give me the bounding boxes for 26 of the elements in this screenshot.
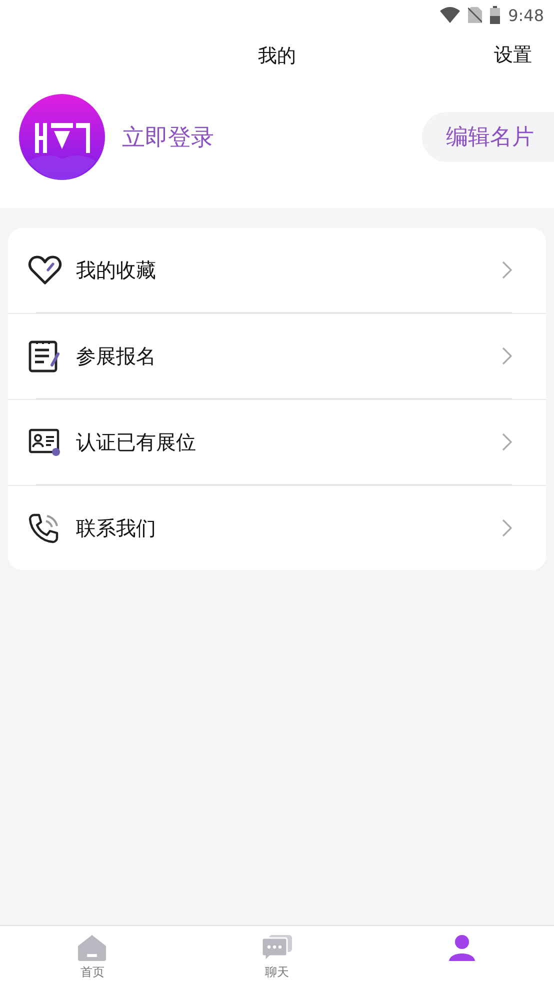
- menu-item[interactable]: 认证已有展位: [76, 422, 502, 462]
- page-title: 我的: [258, 44, 296, 69]
- menu-item[interactable]: 联系我们: [76, 508, 502, 548]
- settings-link[interactable]: 设置: [494, 42, 532, 68]
- id-card-icon: [28, 427, 62, 457]
- wifi-icon: [440, 7, 460, 23]
- heart-icon: [28, 254, 62, 286]
- menu-item[interactable]: 参展报名: [76, 336, 502, 376]
- tab[interactable]: 聊天: [184, 926, 370, 986]
- status-time: 9:48: [508, 6, 544, 24]
- menu-item[interactable]: 我的收藏: [76, 250, 502, 290]
- home-icon: [77, 934, 108, 962]
- battery-icon: [490, 6, 500, 24]
- chevron-right-icon: [502, 347, 512, 365]
- phone-icon: [28, 512, 60, 544]
- chat-icon: [261, 934, 293, 962]
- person-icon: [446, 934, 477, 962]
- login-link[interactable]: 立即登录: [122, 122, 422, 152]
- avatar-logo[interactable]: [18, 93, 106, 181]
- chevron-right-icon: [502, 261, 512, 279]
- no-sim-icon: [468, 7, 482, 23]
- document-pen-icon: [28, 339, 60, 373]
- chevron-right-icon: [502, 433, 512, 451]
- chevron-right-icon: [502, 519, 512, 537]
- edit-card-button[interactable]: 编辑名片: [422, 112, 554, 162]
- tab[interactable]: 首页: [0, 926, 185, 986]
